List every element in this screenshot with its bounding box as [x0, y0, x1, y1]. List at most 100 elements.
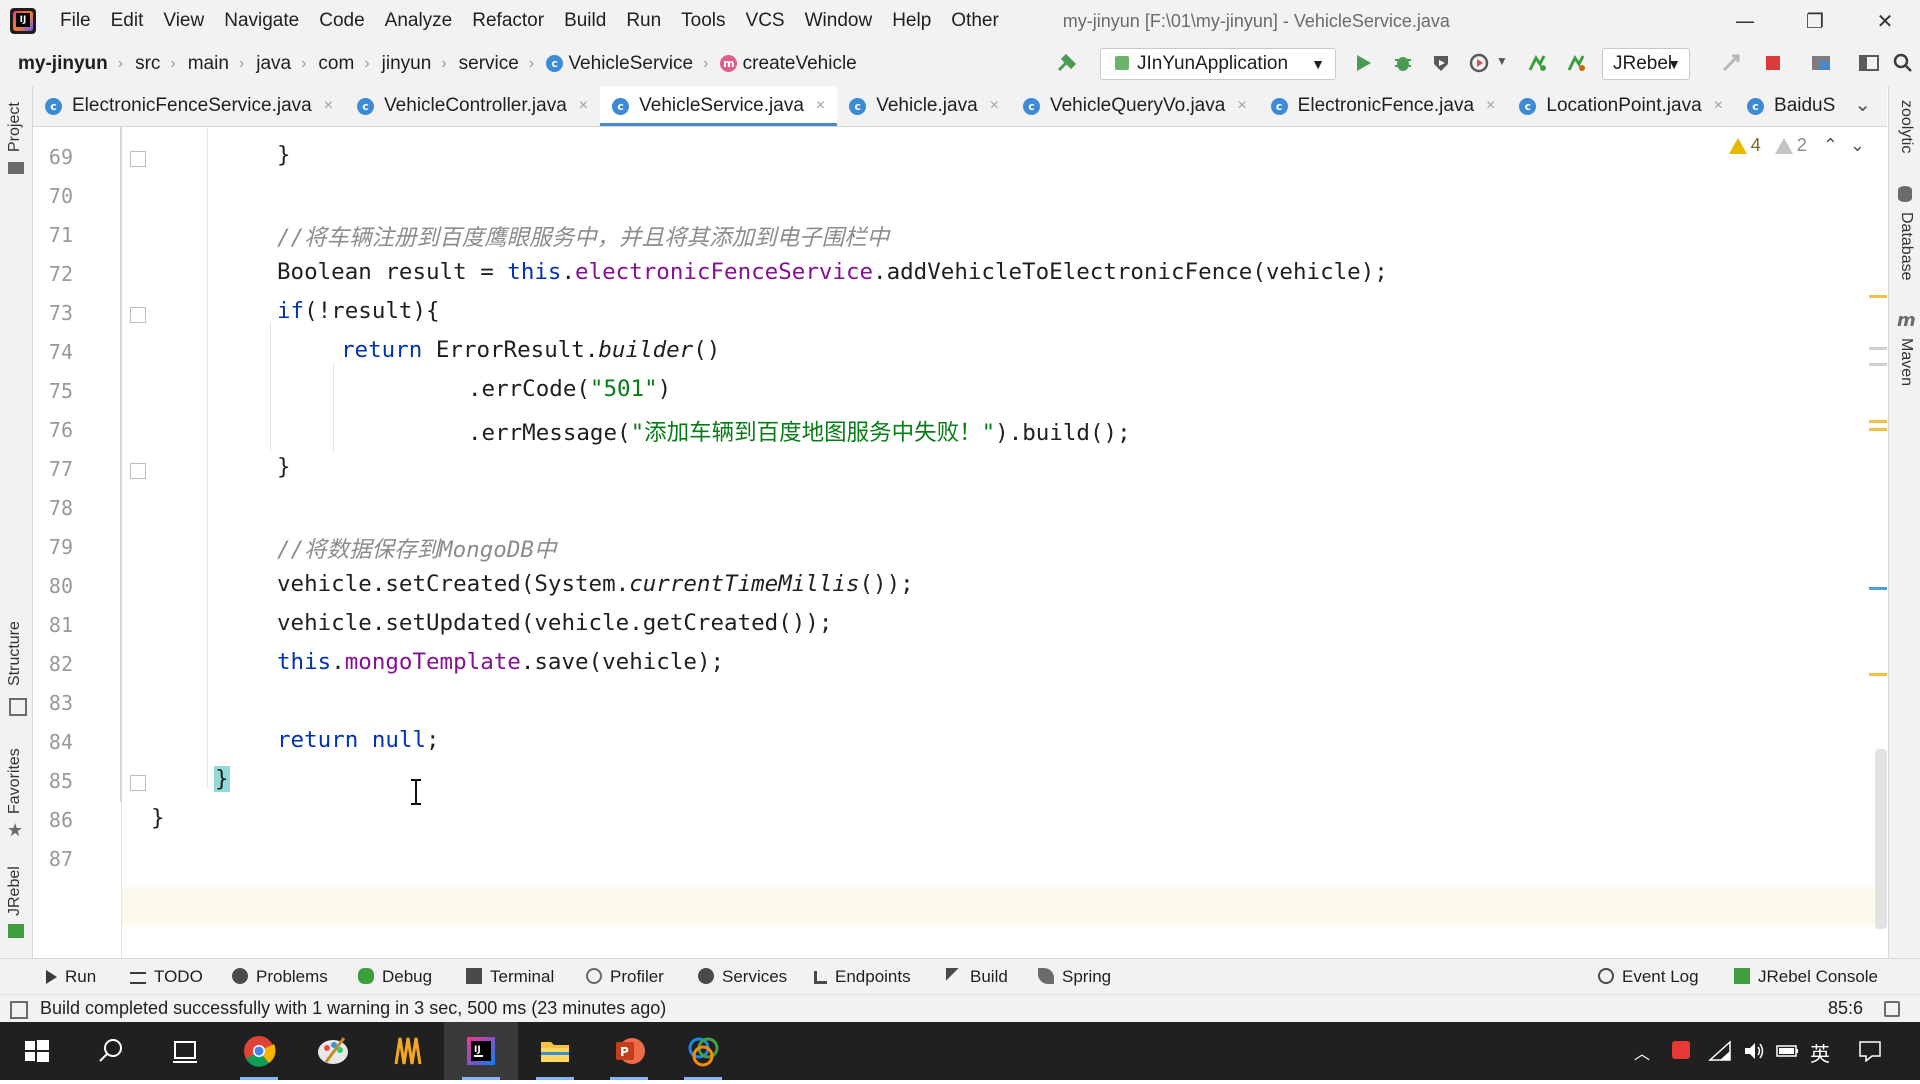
fold-marker-icon[interactable] — [130, 151, 146, 167]
ime-indicator[interactable]: 英 — [1810, 1038, 1830, 1067]
project-structure-icon[interactable] — [1810, 52, 1832, 74]
problems-tool-button[interactable]: Problems — [232, 967, 328, 987]
close-tab-icon[interactable]: × — [1714, 97, 1723, 115]
battery-icon[interactable] — [1776, 1042, 1800, 1060]
menu-view[interactable]: View — [163, 10, 204, 32]
status-message[interactable]: Build completed successfully with 1 warn… — [40, 998, 666, 1019]
previous-problem-icon[interactable]: ⌃ — [1823, 135, 1838, 156]
menu-navigate[interactable]: Navigate — [224, 10, 299, 32]
menu-file[interactable]: File — [60, 10, 91, 32]
tool-windows-toggle-icon[interactable] — [10, 1001, 28, 1019]
jetbrains-toolbox-taskbar-app[interactable] — [370, 1022, 444, 1080]
project-tool-button[interactable]: Project — [6, 102, 24, 152]
intellij-taskbar-app[interactable]: IJ — [444, 1022, 518, 1080]
menu-build[interactable]: Build — [564, 10, 606, 32]
file-explorer-taskbar-app[interactable] — [518, 1022, 592, 1080]
layout-icon[interactable] — [1858, 52, 1880, 74]
structure-tool-button[interactable]: Structure — [6, 621, 24, 686]
breadcrumb-method[interactable]: m createVehicle — [720, 53, 857, 75]
services-tool-button[interactable]: Services — [698, 967, 787, 987]
run-tool-button[interactable]: Run — [46, 967, 96, 987]
menu-other[interactable]: Other — [951, 10, 999, 32]
inspection-widget[interactable]: 4 2 ⌃ ⌄ — [1728, 135, 1865, 156]
menu-run[interactable]: Run — [626, 10, 661, 32]
close-tab-icon[interactable]: × — [1237, 97, 1246, 115]
tab-baidu-service[interactable]: c BaiduS — [1735, 86, 1847, 126]
paint-taskbar-app[interactable] — [296, 1022, 370, 1080]
tab-vehicle[interactable]: c Vehicle.java × — [837, 86, 1011, 126]
volume-icon[interactable] — [1742, 1040, 1766, 1062]
more-run-options-icon[interactable]: ▼ — [1496, 54, 1508, 68]
tab-electronic-fence[interactable]: c ElectronicFence.java × — [1259, 86, 1508, 126]
event-log-tool-button[interactable]: Event Log — [1598, 967, 1699, 987]
show-hidden-icons-icon[interactable]: ︿ — [1634, 1040, 1650, 1064]
network-icon[interactable] — [1708, 1040, 1732, 1062]
jrebel-tool-button[interactable]: JRebel — [6, 866, 24, 916]
menu-refactor[interactable]: Refactor — [472, 10, 544, 32]
fold-marker-icon[interactable] — [130, 775, 146, 791]
tab-location-point[interactable]: c LocationPoint.java × — [1507, 86, 1735, 126]
terminal-tool-button[interactable]: Terminal — [466, 967, 554, 987]
next-problem-icon[interactable]: ⌄ — [1850, 135, 1865, 156]
database-tool-button[interactable]: Database — [1897, 212, 1915, 281]
spring-tool-button[interactable]: Spring — [1038, 967, 1111, 987]
menu-help[interactable]: Help — [892, 10, 931, 32]
search-button[interactable] — [74, 1022, 148, 1080]
warning-stripe-marker[interactable] — [1869, 673, 1887, 676]
zoolytic-tool-button[interactable]: zoolytic — [1897, 100, 1915, 153]
jrebel-console-tool-button[interactable]: JRebel Console — [1734, 967, 1878, 987]
search-icon[interactable] — [1892, 52, 1914, 74]
maven-tool-button[interactable]: Maven — [1897, 338, 1915, 386]
run-icon[interactable] — [1352, 52, 1374, 74]
menu-edit[interactable]: Edit — [111, 10, 144, 32]
vertical-scrollbar[interactable] — [1875, 749, 1887, 929]
close-tab-icon[interactable]: × — [1486, 97, 1495, 115]
breadcrumb-project[interactable]: my-jinyun — [18, 53, 108, 75]
menu-window[interactable]: Window — [805, 10, 873, 32]
tab-electronic-fence-service[interactable]: c ElectronicFenceService.java × — [33, 86, 345, 126]
breadcrumb-java[interactable]: java — [256, 53, 291, 75]
start-button[interactable] — [0, 1022, 74, 1080]
debug-icon[interactable] — [1392, 52, 1414, 74]
intellij-logo-icon[interactable] — [10, 8, 36, 34]
jrebel-select[interactable]: JRebel ▼ — [1602, 48, 1690, 80]
profiler-tool-button[interactable]: Profiler — [586, 967, 664, 987]
close-tab-icon[interactable]: × — [579, 97, 588, 115]
breadcrumb-com[interactable]: com — [318, 53, 354, 75]
menu-analyze[interactable]: Analyze — [385, 10, 453, 32]
warning-stripe-marker[interactable] — [1869, 428, 1887, 431]
restore-button[interactable]: ❐ — [1780, 0, 1850, 42]
breadcrumb-service[interactable]: service — [459, 53, 519, 75]
tab-vehicle-service[interactable]: c VehicleService.java × — [600, 86, 838, 126]
stop-icon[interactable] — [1762, 52, 1784, 74]
close-tab-icon[interactable]: × — [324, 97, 333, 115]
task-view-button[interactable] — [148, 1022, 222, 1080]
breadcrumb-jinyun[interactable]: jinyun — [382, 53, 432, 75]
todo-tool-button[interactable]: TODO — [130, 967, 203, 987]
profile-icon[interactable] — [1468, 52, 1490, 74]
minimize-button[interactable]: — — [1710, 0, 1780, 42]
warning-stripe-marker[interactable] — [1869, 295, 1887, 298]
close-tab-icon[interactable]: × — [990, 97, 999, 115]
tab-overflow-icon[interactable]: ⌄ — [1854, 92, 1871, 117]
build-hammer-icon[interactable] — [1056, 52, 1078, 74]
build-tool-button[interactable]: Build — [946, 967, 1008, 987]
close-window-button[interactable]: ✕ — [1850, 0, 1920, 42]
lock-icon[interactable] — [1884, 1001, 1900, 1017]
close-tab-icon[interactable]: × — [816, 97, 825, 115]
run-configuration-select[interactable]: JInYunApplication ▼ — [1100, 48, 1336, 80]
coverage-icon[interactable] — [1430, 52, 1452, 74]
info-stripe-marker[interactable] — [1869, 347, 1887, 350]
caret-position[interactable]: 85:6 — [1828, 998, 1863, 1019]
tray-app-icon[interactable] — [1672, 1041, 1690, 1059]
fold-marker-icon[interactable] — [130, 307, 146, 323]
other-taskbar-app[interactable] — [666, 1022, 740, 1080]
tab-vehicle-query-vo[interactable]: c VehicleQueryVo.java × — [1011, 86, 1259, 126]
fold-marker-icon[interactable] — [130, 463, 146, 479]
debug-tool-button[interactable]: Debug — [358, 967, 432, 987]
code-editor[interactable]: 69 70 71 72 73 74 75 76 77 78 79 80 81 8… — [33, 127, 1887, 958]
chrome-taskbar-app[interactable] — [222, 1022, 296, 1080]
jrebel-run-icon[interactable] — [1526, 52, 1548, 74]
jrebel-debug-icon[interactable] — [1565, 52, 1587, 74]
change-stripe-marker[interactable] — [1869, 587, 1887, 590]
